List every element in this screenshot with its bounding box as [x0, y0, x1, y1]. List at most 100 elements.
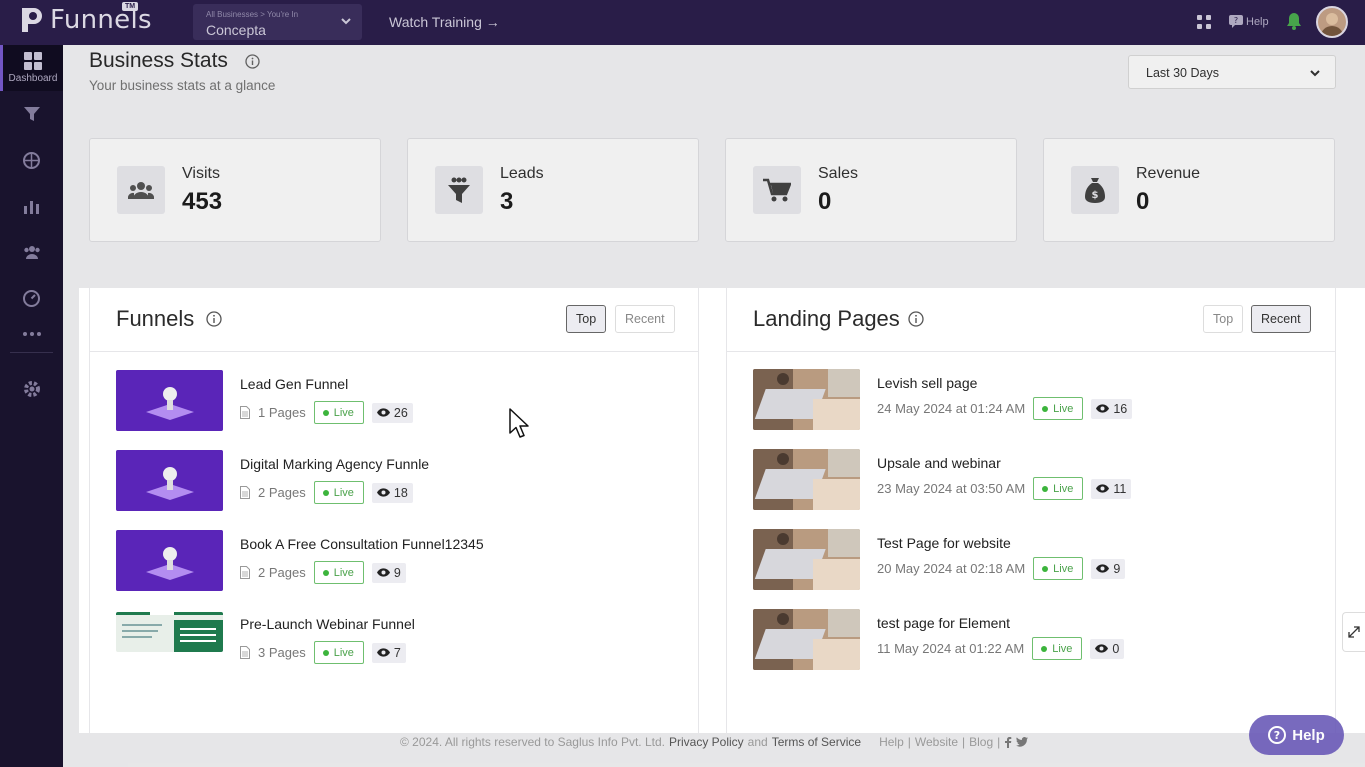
- list-item[interactable]: Digital Marking Agency Funnle 2 Pages Li…: [116, 450, 676, 512]
- help-fab-label: Help: [1292, 726, 1325, 744]
- page-meta: 20 May 2024 at 02:18 AM Live 9: [877, 557, 1126, 580]
- funnel-pages: 3 Pages: [258, 645, 306, 660]
- page-title: Business Stats: [89, 49, 228, 72]
- live-dot-icon: [322, 409, 329, 416]
- stat-card-sales: Sales 0: [725, 138, 1017, 242]
- landing-recent-button[interactable]: Recent: [1251, 305, 1311, 333]
- funnels-recent-button[interactable]: Recent: [615, 305, 675, 333]
- footer-separator: |: [962, 735, 966, 749]
- list-item[interactable]: Upsale and webinar 23 May 2024 at 03:50 …: [753, 449, 1313, 511]
- apps-grid-icon[interactable]: [1197, 15, 1211, 29]
- funnel-meta: 2 Pages Live 18: [240, 481, 413, 504]
- info-icon[interactable]: [206, 311, 222, 327]
- page-name[interactable]: test page for Element: [877, 615, 1010, 631]
- views-badge: 26: [371, 402, 413, 423]
- stat-value: 0: [818, 188, 832, 215]
- status-label: Live: [1053, 482, 1074, 495]
- list-item[interactable]: Book A Free Consultation Funnel12345 2 P…: [116, 530, 676, 592]
- list-item[interactable]: Test Page for website 20 May 2024 at 02:…: [753, 529, 1313, 591]
- footer-blog-link[interactable]: Blog: [969, 735, 993, 749]
- funnel-name[interactable]: Pre-Launch Webinar Funnel: [240, 616, 415, 632]
- footer: © 2024. All rights reserved to Saglus In…: [400, 735, 1029, 749]
- question-circle-icon: ?: [1268, 726, 1287, 744]
- page-icon: [240, 646, 250, 659]
- dashboard-icon: [24, 52, 42, 70]
- business-name: Concepta: [206, 22, 266, 38]
- eye-icon: [376, 488, 390, 497]
- list-item[interactable]: Levish sell page 24 May 2024 at 01:24 AM…: [753, 369, 1313, 431]
- business-selector[interactable]: All Businesses > You're In Concepta: [193, 4, 362, 40]
- sidebar-item-contacts[interactable]: [0, 229, 63, 275]
- footer-help-link[interactable]: Help: [879, 735, 904, 749]
- views-badge: 9: [1091, 558, 1126, 579]
- views-badge: 0: [1090, 638, 1125, 659]
- twitter-icon[interactable]: [1016, 737, 1029, 747]
- facebook-icon[interactable]: [1004, 736, 1012, 748]
- help-chat-button[interactable]: ? Help: [1249, 715, 1344, 755]
- status-badge: Live: [313, 481, 364, 504]
- funnels-card-header: Funnels Top Recent: [90, 288, 698, 352]
- views-badge: 9: [371, 562, 406, 583]
- funnel-thumbnail: [116, 530, 223, 591]
- funnel-name[interactable]: Lead Gen Funnel: [240, 376, 348, 392]
- terms-link[interactable]: Terms of Service: [772, 735, 861, 749]
- list-item[interactable]: test page for Element 11 May 2024 at 01:…: [753, 609, 1313, 671]
- mouse-cursor-icon: [509, 408, 529, 438]
- eye-icon: [1096, 404, 1110, 413]
- page-thumbnail: [753, 369, 860, 430]
- status-badge: Live: [1032, 637, 1083, 660]
- user-avatar[interactable]: [1316, 6, 1348, 38]
- views-badge: 7: [371, 642, 406, 663]
- watch-training-link[interactable]: Watch Training →: [389, 14, 500, 30]
- stat-card-visits: Visits 453: [89, 138, 381, 242]
- sidebar-item-websites[interactable]: [0, 137, 63, 183]
- view-count: 16: [1113, 401, 1128, 416]
- list-item[interactable]: Pre-Launch Webinar Funnel 3 Pages Live 7: [116, 610, 676, 672]
- funnel-meta: 2 Pages Live 9: [240, 561, 406, 584]
- live-dot-icon: [322, 489, 329, 496]
- date-range-select[interactable]: Last 30 Days: [1128, 55, 1336, 89]
- sidebar-item-settings[interactable]: [0, 366, 63, 412]
- cart-icon: [753, 166, 801, 214]
- info-icon[interactable]: [245, 54, 260, 69]
- live-dot-icon: [1042, 565, 1049, 572]
- info-icon[interactable]: [908, 311, 924, 327]
- users-icon: [117, 166, 165, 214]
- funnels-title: Funnels: [116, 306, 195, 331]
- page-date: 23 May 2024 at 03:50 AM: [877, 481, 1026, 496]
- views-badge: 18: [371, 482, 413, 503]
- page-name[interactable]: Upsale and webinar: [877, 455, 1001, 471]
- page-name[interactable]: Test Page for website: [877, 535, 1011, 551]
- sidebar-item-more[interactable]: [0, 321, 63, 347]
- help-menu[interactable]: ? Help: [1229, 15, 1269, 28]
- funnel-name[interactable]: Book A Free Consultation Funnel12345: [240, 536, 484, 552]
- eye-icon: [1095, 644, 1109, 653]
- bell-icon[interactable]: [1287, 12, 1301, 30]
- list-item[interactable]: Lead Gen Funnel 1 Pages Live 26: [116, 370, 676, 432]
- page-name[interactable]: Levish sell page: [877, 375, 977, 391]
- footer-separator: |: [907, 735, 911, 749]
- status-badge: Live: [313, 401, 364, 424]
- status-label: Live: [1053, 562, 1074, 575]
- footer-website-link[interactable]: Website: [915, 735, 958, 749]
- view-count: 9: [393, 565, 401, 580]
- privacy-link[interactable]: Privacy Policy: [669, 735, 744, 749]
- funnel-meta: 3 Pages Live 7: [240, 641, 406, 664]
- landing-top-button[interactable]: Top: [1203, 305, 1244, 333]
- stat-value: 3: [500, 188, 514, 215]
- funnels-top-button[interactable]: Top: [566, 305, 607, 333]
- sidebar-item-funnels[interactable]: [0, 91, 63, 137]
- funnel-thumbnail: [116, 612, 223, 652]
- sidebar-item-dashboard[interactable]: Dashboard: [0, 45, 63, 91]
- sidebar-item-analytics[interactable]: [0, 275, 63, 321]
- svg-text:?: ?: [1234, 16, 1238, 25]
- stat-label: Visits: [182, 165, 220, 182]
- view-count: 11: [1113, 481, 1127, 496]
- side-drawer-tab[interactable]: [1342, 612, 1365, 652]
- status-label: Live: [333, 486, 354, 499]
- funnel-name[interactable]: Digital Marking Agency Funnle: [240, 456, 429, 472]
- eye-icon: [376, 648, 390, 657]
- sidebar-item-reports[interactable]: [0, 183, 63, 229]
- footer-separator: |: [997, 735, 1001, 749]
- funnel-thumbnail: [116, 370, 223, 431]
